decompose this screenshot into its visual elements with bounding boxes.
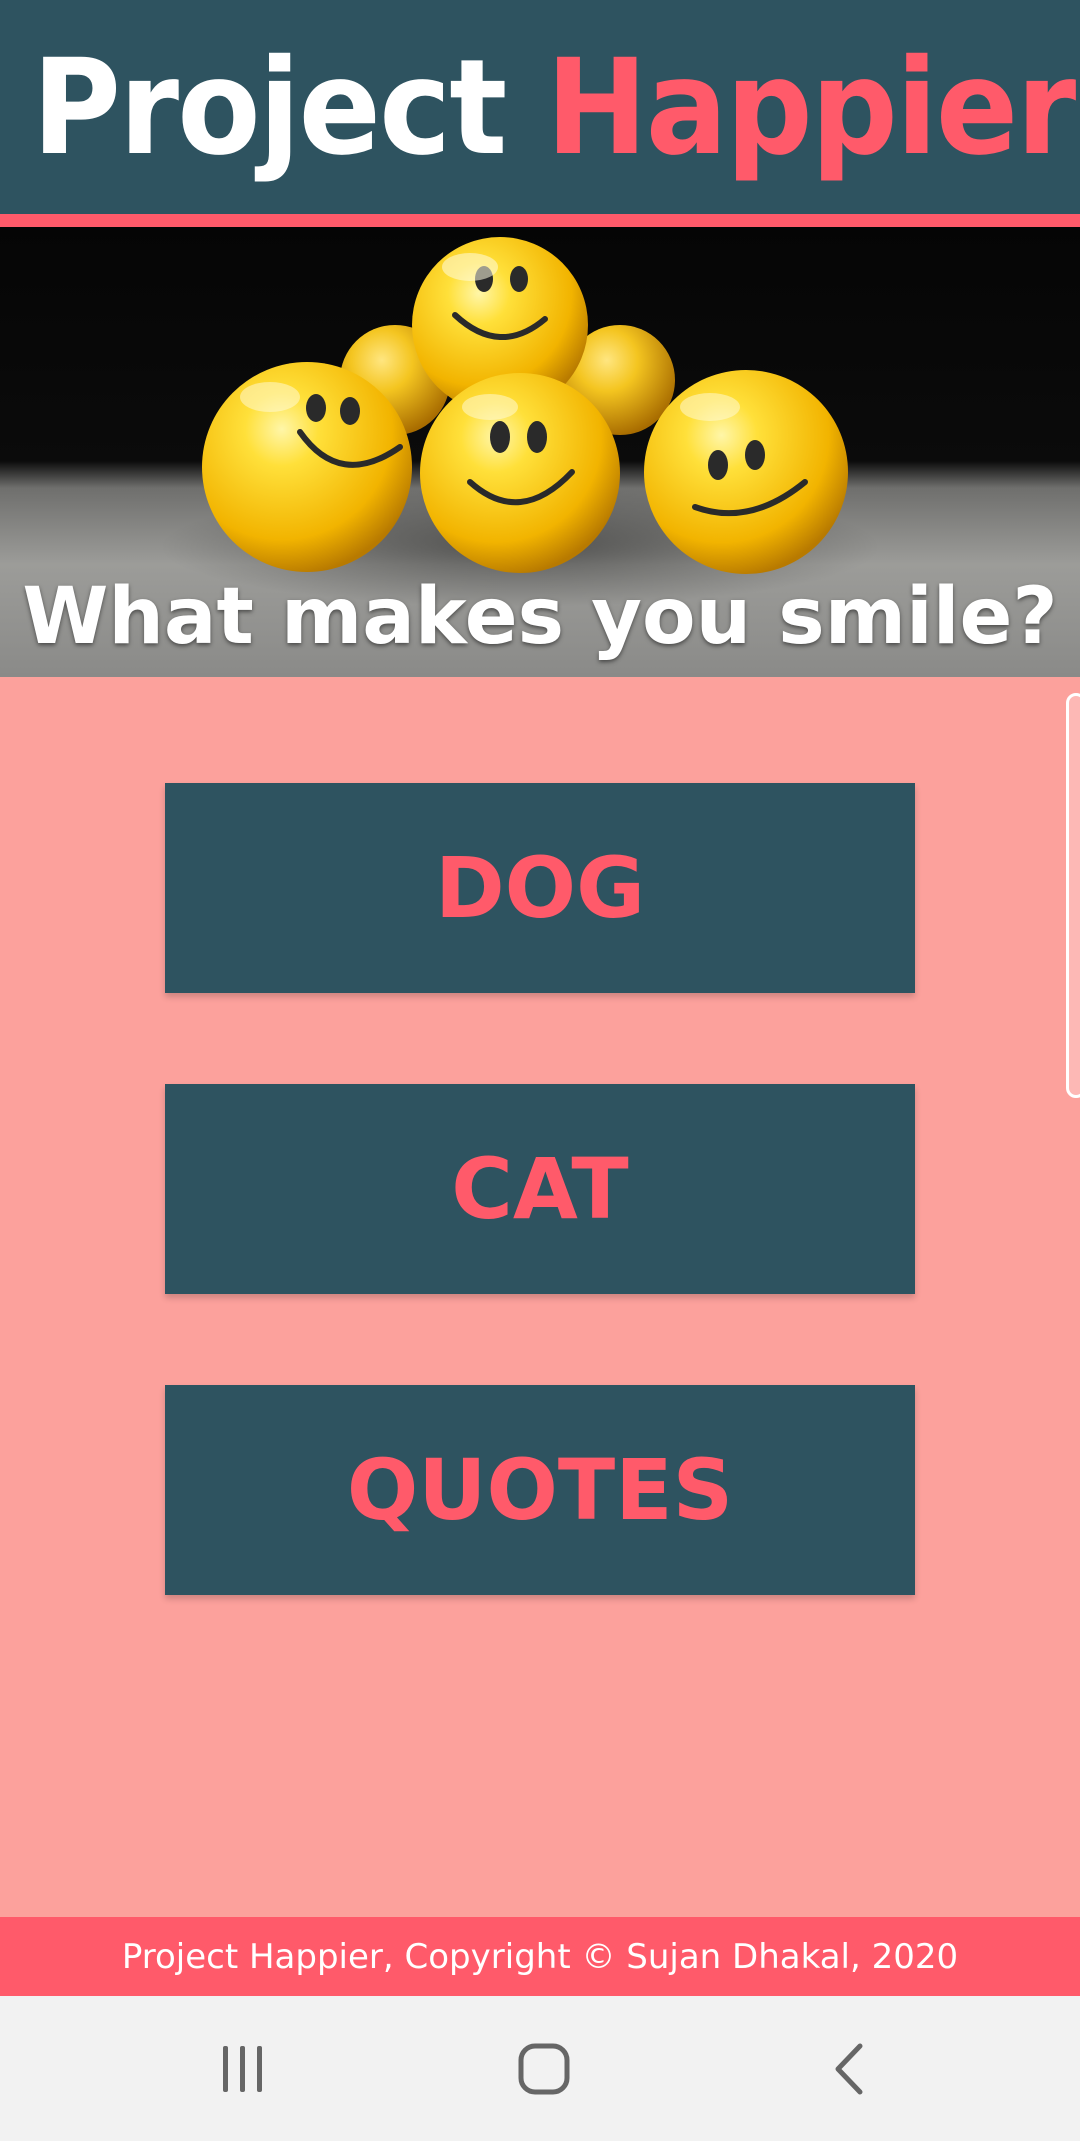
hero-banner: What makes you smile? xyxy=(0,227,1080,677)
footer-copyright: Project Happier, Copyright © Sujan Dhaka… xyxy=(121,1936,959,1977)
header-divider xyxy=(0,214,1080,227)
title-part-project: Project xyxy=(32,31,507,185)
app-header: Project Happier xyxy=(0,0,1080,214)
title-part-happier: Happier xyxy=(545,31,1076,185)
dog-button[interactable]: DOG xyxy=(165,783,915,993)
app-title: Project Happier xyxy=(32,28,1076,188)
scrollbar-thumb[interactable] xyxy=(1066,693,1080,1098)
quotes-button[interactable]: QUOTES xyxy=(165,1385,915,1595)
back-button[interactable] xyxy=(768,1996,928,2141)
recent-apps-icon xyxy=(223,2045,262,2092)
back-icon xyxy=(835,2043,863,2094)
home-icon xyxy=(518,2043,570,2094)
recent-apps-button[interactable] xyxy=(163,1996,323,2141)
cat-button[interactable]: CAT xyxy=(165,1084,915,1294)
system-navigation-bar xyxy=(0,1996,1080,2141)
footer: Project Happier, Copyright © Sujan Dhaka… xyxy=(0,1917,1080,1996)
hero-caption: What makes you smile? xyxy=(22,572,1058,662)
home-button[interactable] xyxy=(464,1996,624,2141)
